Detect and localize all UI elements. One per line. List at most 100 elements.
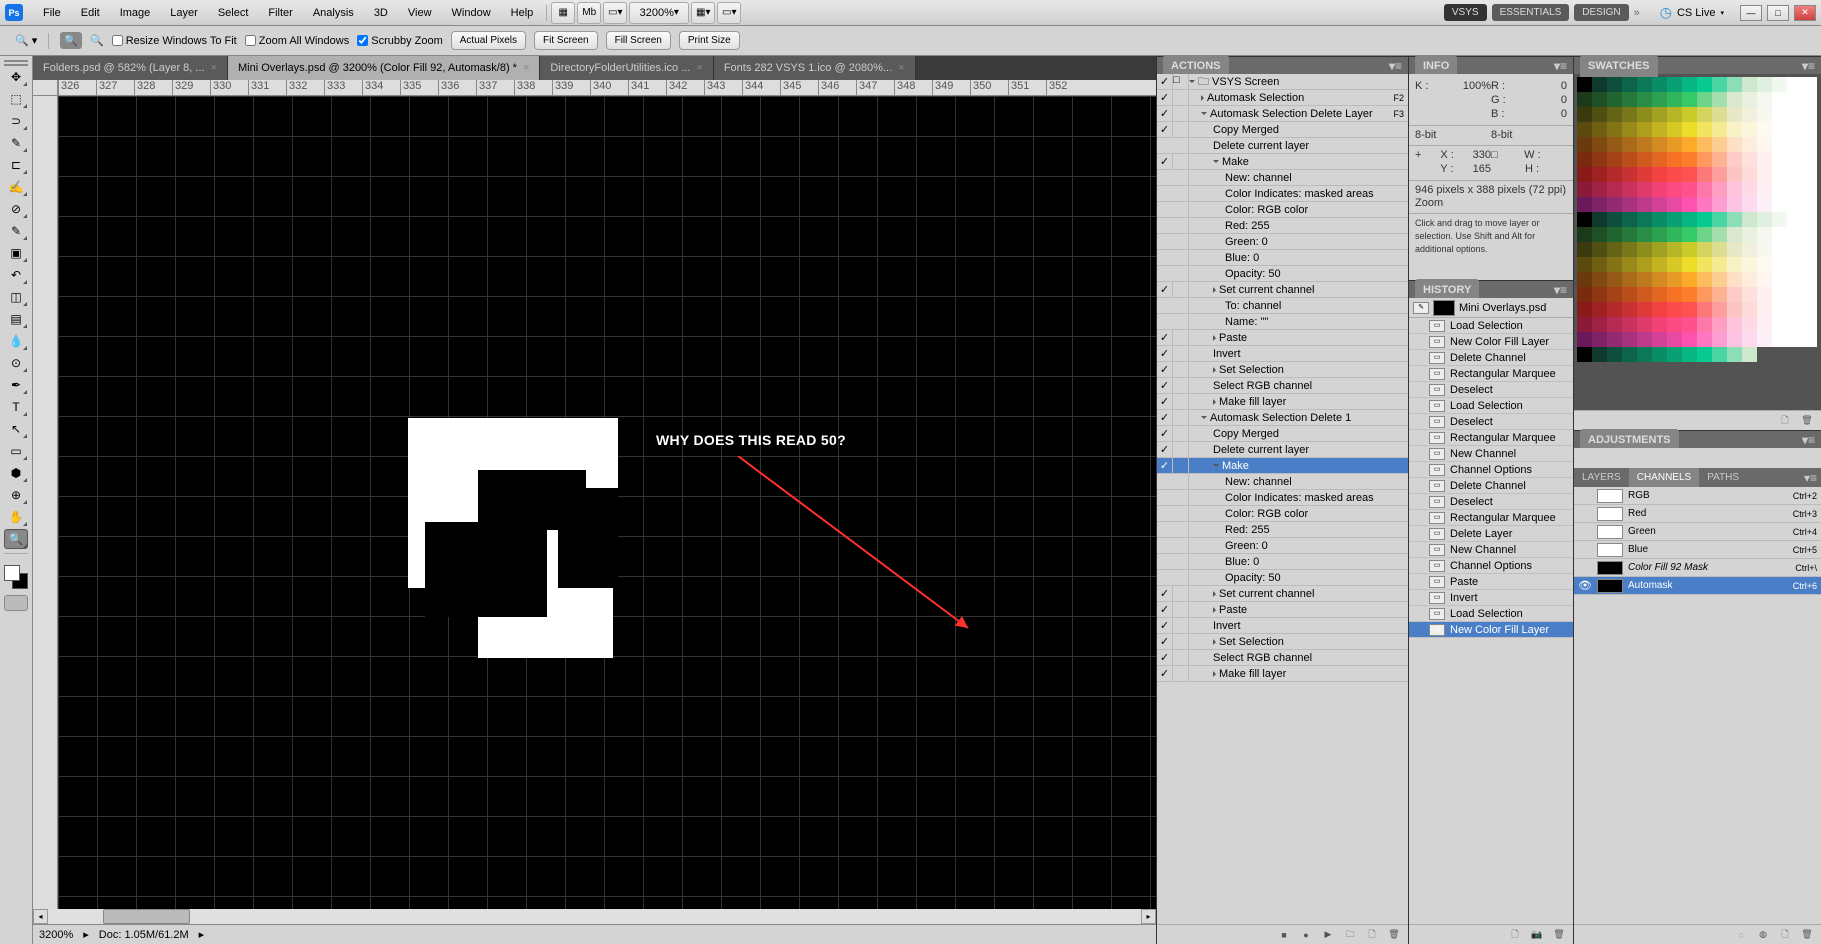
ruler-vertical[interactable] — [33, 96, 58, 909]
swatch[interactable] — [1712, 107, 1727, 122]
channel-row[interactable]: 👁AutomaskCtrl+6 — [1574, 577, 1821, 595]
history-state[interactable]: ▭Paste — [1409, 574, 1573, 590]
swatch[interactable] — [1607, 122, 1622, 137]
history-panel[interactable]: ✎ Mini Overlays.psd ▭Load Selection▭New … — [1409, 298, 1573, 924]
swatch[interactable] — [1607, 272, 1622, 287]
status-zoom[interactable]: 3200% — [39, 929, 73, 941]
swatch[interactable] — [1577, 317, 1592, 332]
document-tab[interactable]: Folders.psd @ 582% (Layer 8, ...× — [33, 56, 228, 80]
swatch[interactable] — [1697, 227, 1712, 242]
action-step[interactable]: ✓Select RGB channel — [1157, 378, 1408, 394]
brush-tool[interactable]: ✎ — [4, 221, 28, 241]
swatch[interactable] — [1682, 242, 1697, 257]
play-icon[interactable]: ▶ — [1320, 928, 1336, 942]
swatch[interactable] — [1592, 92, 1607, 107]
swatch[interactable] — [1577, 242, 1592, 257]
stop-icon[interactable]: ■ — [1276, 928, 1292, 942]
swatch[interactable] — [1577, 227, 1592, 242]
swatch[interactable] — [1577, 122, 1592, 137]
swatch[interactable] — [1652, 272, 1667, 287]
action-step[interactable]: ✓Set Selection — [1157, 362, 1408, 378]
action-step[interactable]: ✓Invert — [1157, 346, 1408, 362]
swatch[interactable] — [1607, 77, 1622, 92]
swatch[interactable] — [1652, 77, 1667, 92]
swatch[interactable] — [1772, 242, 1787, 257]
swatch[interactable] — [1772, 257, 1787, 272]
history-state[interactable]: ▭Load Selection — [1409, 318, 1573, 334]
swatch[interactable] — [1787, 212, 1802, 227]
swatch[interactable] — [1742, 197, 1757, 212]
lasso-tool[interactable]: ⊃ — [4, 111, 28, 131]
action-step[interactable]: ✓Automask SelectionF2 — [1157, 90, 1408, 106]
swatch[interactable] — [1607, 152, 1622, 167]
swatch[interactable] — [1712, 347, 1727, 362]
swatch[interactable] — [1757, 227, 1772, 242]
swatch[interactable] — [1682, 107, 1697, 122]
swatch[interactable] — [1697, 92, 1712, 107]
window-close-button[interactable]: ✕ — [1794, 5, 1816, 21]
swatch[interactable] — [1622, 77, 1637, 92]
swatch[interactable] — [1742, 167, 1757, 182]
eyedropper-tool[interactable]: ✍ — [4, 177, 28, 197]
trash-icon[interactable]: 🗑 — [1799, 414, 1815, 428]
swatch[interactable] — [1787, 227, 1802, 242]
swatch[interactable] — [1682, 167, 1697, 182]
swatch[interactable] — [1772, 107, 1787, 122]
history-state[interactable]: ▭Channel Options — [1409, 558, 1573, 574]
swatch[interactable] — [1577, 107, 1592, 122]
swatch[interactable] — [1652, 197, 1667, 212]
channel-row[interactable]: Color Fill 92 MaskCtrl+\ — [1574, 559, 1821, 577]
swatch[interactable] — [1727, 152, 1742, 167]
record-icon[interactable]: ● — [1298, 928, 1314, 942]
swatch[interactable] — [1667, 212, 1682, 227]
swatch[interactable] — [1712, 317, 1727, 332]
swatch[interactable] — [1667, 332, 1682, 347]
swatch[interactable] — [1742, 77, 1757, 92]
swatch[interactable] — [1697, 317, 1712, 332]
swatch[interactable] — [1802, 272, 1817, 287]
swatch[interactable] — [1727, 227, 1742, 242]
swatch[interactable] — [1742, 242, 1757, 257]
action-step[interactable]: Name: "" — [1157, 314, 1408, 330]
swatch[interactable] — [1757, 107, 1772, 122]
window-minimize-button[interactable]: — — [1740, 5, 1762, 21]
swatch[interactable] — [1742, 212, 1757, 227]
swatch[interactable] — [1712, 137, 1727, 152]
swatch[interactable] — [1592, 317, 1607, 332]
history-state[interactable]: ▭Delete Layer — [1409, 526, 1573, 542]
swatch[interactable] — [1787, 92, 1802, 107]
load-selection-icon[interactable]: ◌ — [1733, 928, 1749, 942]
swatch[interactable] — [1757, 257, 1772, 272]
swatch[interactable] — [1772, 212, 1787, 227]
history-snapshot[interactable]: ✎ Mini Overlays.psd — [1409, 298, 1573, 318]
swatch[interactable] — [1772, 317, 1787, 332]
swatch[interactable] — [1802, 227, 1817, 242]
swatch[interactable] — [1697, 122, 1712, 137]
swatch[interactable] — [1727, 182, 1742, 197]
swatch[interactable] — [1667, 272, 1682, 287]
swatch[interactable] — [1592, 137, 1607, 152]
swatch[interactable] — [1712, 182, 1727, 197]
swatch[interactable] — [1607, 197, 1622, 212]
swatch[interactable] — [1607, 257, 1622, 272]
swatch[interactable] — [1772, 287, 1787, 302]
swatch[interactable] — [1607, 242, 1622, 257]
history-state[interactable]: ▭Deselect — [1409, 494, 1573, 510]
swatch[interactable] — [1742, 302, 1757, 317]
channel-row[interactable]: RGBCtrl+2 — [1574, 487, 1821, 505]
swatch[interactable] — [1802, 332, 1817, 347]
swatch[interactable] — [1577, 212, 1592, 227]
swatch[interactable] — [1652, 122, 1667, 137]
new-set-icon[interactable]: 🗀 — [1342, 928, 1358, 942]
cslive-button[interactable]: CS Live — [1677, 7, 1716, 19]
swatch[interactable] — [1802, 92, 1817, 107]
history-state[interactable]: ▭Invert — [1409, 590, 1573, 606]
swatch[interactable] — [1682, 257, 1697, 272]
close-icon[interactable]: × — [211, 56, 217, 80]
shape-tool[interactable]: ▭ — [4, 441, 28, 461]
quick-mask-toggle[interactable] — [4, 595, 28, 611]
swatch[interactable] — [1592, 272, 1607, 287]
swatch[interactable] — [1787, 332, 1802, 347]
action-step[interactable]: ✓Set Selection — [1157, 634, 1408, 650]
action-step[interactable]: Blue: 0 — [1157, 250, 1408, 266]
